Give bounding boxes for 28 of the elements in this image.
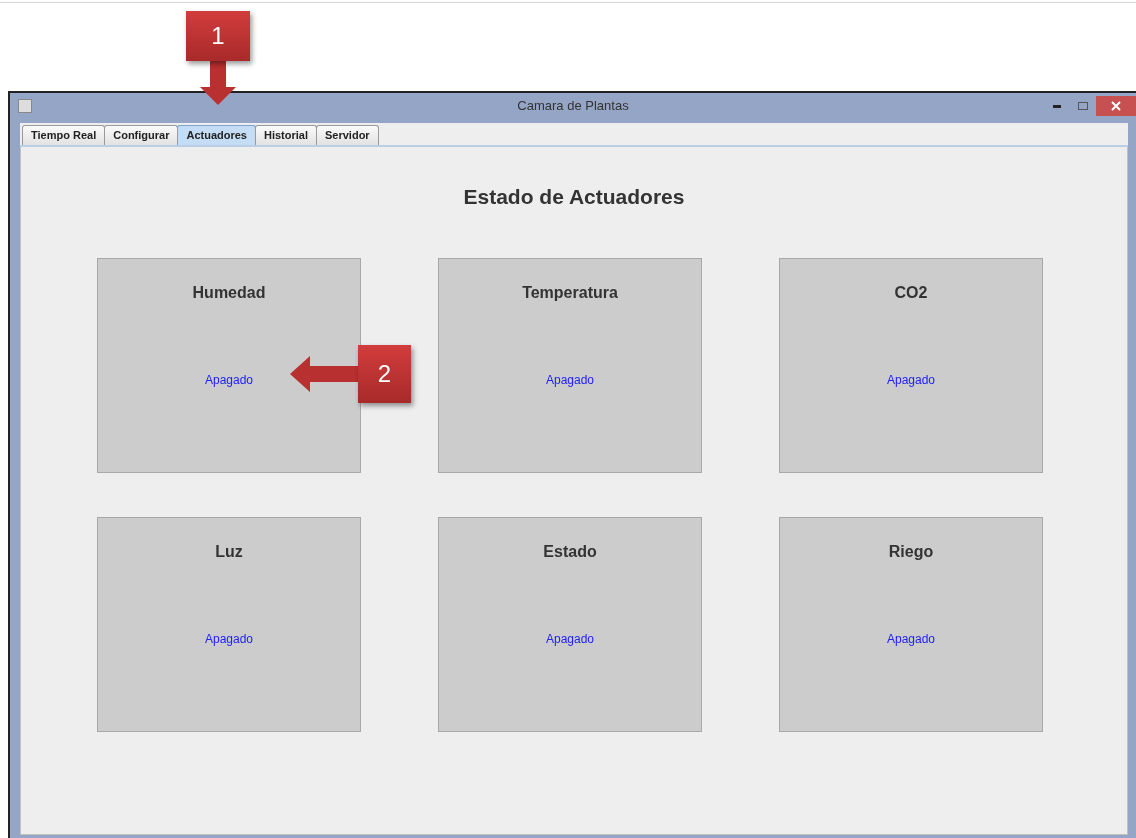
- close-button[interactable]: [1096, 96, 1136, 116]
- panel-title: Humedad: [192, 283, 266, 303]
- section-heading: Estado de Actuadores: [462, 183, 686, 210]
- tab[interactable]: Configurar: [104, 125, 179, 145]
- tab[interactable]: Tiempo Real: [22, 125, 106, 145]
- panel-title: Temperatura: [522, 283, 618, 303]
- tab[interactable]: Actuadores: [177, 125, 256, 145]
- panel-title: Estado: [543, 542, 597, 562]
- close-icon: [1111, 101, 1121, 111]
- panel-title: Luz: [215, 542, 243, 562]
- status-label: Apagado: [886, 372, 935, 389]
- tab[interactable]: Historial: [255, 125, 317, 145]
- callout-arrow: [200, 61, 236, 105]
- callout-number: 1: [186, 11, 250, 61]
- status-label: Apagado: [886, 631, 935, 648]
- panel-title: Riego: [888, 542, 934, 562]
- status-label: Apagado: [204, 631, 253, 648]
- maximize-icon: [1078, 102, 1088, 110]
- callout-arrow: [290, 356, 360, 392]
- app-icon: [18, 99, 32, 113]
- tab[interactable]: Servidor: [316, 125, 379, 145]
- panel-title: CO2: [894, 283, 928, 303]
- window-title: Camara de Plantas: [517, 98, 629, 114]
- status-label: Apagado: [204, 372, 253, 389]
- minimize-icon: [1053, 104, 1061, 108]
- status-label: Apagado: [545, 372, 594, 389]
- status-label: Apagado: [545, 631, 594, 648]
- callout-number: 2: [358, 345, 411, 403]
